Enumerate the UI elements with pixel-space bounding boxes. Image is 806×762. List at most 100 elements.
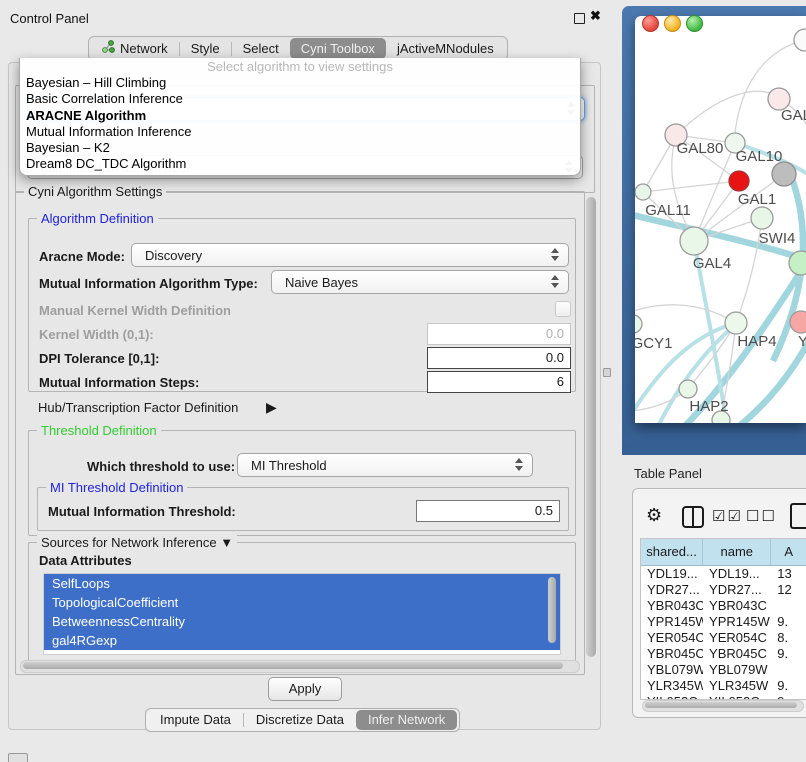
- table-row[interactable]: YBL079WYBL079W: [641, 662, 806, 678]
- select-all-icon[interactable]: ☑☑: [712, 507, 743, 525]
- tab-cyni-toolbox[interactable]: Cyni Toolbox: [290, 38, 386, 59]
- algorithm-popup-list: Bayesian – Hill ClimbingBasic Correlatio…: [20, 75, 580, 173]
- table-hscrollbar-thumb[interactable]: [645, 702, 797, 708]
- table-cell[interactable]: YBR043C: [641, 598, 703, 614]
- table-cell[interactable]: 9.: [771, 678, 806, 694]
- minimize-traffic-light[interactable]: [664, 15, 681, 32]
- table-cell[interactable]: YBL079W: [641, 662, 703, 678]
- table-cell[interactable]: YBL079W: [703, 662, 771, 678]
- network-node[interactable]: [790, 311, 806, 333]
- table-cell[interactable]: 13: [771, 566, 806, 582]
- table-row[interactable]: YPR145WYPR145W9.: [641, 614, 806, 630]
- table-cell[interactable]: YLR345W: [703, 678, 771, 694]
- tab-impute-data[interactable]: Impute Data: [148, 710, 243, 730]
- network-node[interactable]: [680, 227, 708, 255]
- table-cell[interactable]: YER054C: [641, 630, 703, 646]
- tab-select[interactable]: Select: [232, 38, 290, 59]
- apply-button[interactable]: Apply: [268, 677, 342, 701]
- table-cell[interactable]: 12: [771, 582, 806, 598]
- data-attribute-item[interactable]: SelfLoops: [44, 574, 560, 593]
- algorithm-option[interactable]: Mutual Information Inference: [20, 124, 580, 140]
- table-cell[interactable]: YDR27...: [641, 582, 703, 598]
- sources-group-title[interactable]: Sources for Network Inference ▼: [37, 535, 237, 550]
- table-cell[interactable]: [771, 662, 806, 678]
- mi-steps-field[interactable]: 6: [427, 371, 571, 393]
- aracne-mode-value: Discovery: [145, 248, 202, 263]
- table-row[interactable]: YER054CYER054C8.: [641, 630, 806, 646]
- network-node[interactable]: [729, 171, 749, 191]
- table-row[interactable]: YLR345WYLR345W9.: [641, 678, 806, 694]
- table-cell[interactable]: YPR145W: [703, 614, 771, 630]
- tab-infer-network[interactable]: Infer Network: [356, 710, 457, 730]
- close-traffic-light[interactable]: [642, 15, 659, 32]
- settings-vscrollbar-thumb[interactable]: [586, 197, 596, 657]
- table-cell[interactable]: [771, 598, 806, 614]
- float-window-icon[interactable]: [574, 13, 585, 24]
- network-view-canvas[interactable]: GAL8GAL80GAL10GAL1GAL11GAL4SWI4GCY1HAP4Y…: [635, 16, 806, 423]
- dpi-tolerance-field[interactable]: 0.0: [427, 347, 571, 369]
- deselect-all-icon[interactable]: ☐☐: [746, 507, 777, 525]
- mi-type-label: Mutual Information Algorithm Type:: [39, 276, 258, 291]
- network-node[interactable]: [789, 251, 806, 275]
- tab-network[interactable]: Network: [91, 38, 179, 59]
- aracne-mode-combo[interactable]: Discovery: [131, 243, 569, 267]
- close-icon[interactable]: ✖: [590, 8, 601, 24]
- table-cell[interactable]: YBR043C: [703, 598, 771, 614]
- gear-icon[interactable]: ⚙: [646, 505, 662, 526]
- table-cell[interactable]: YDL19...: [703, 566, 771, 582]
- zoom-traffic-light[interactable]: [686, 15, 703, 32]
- table-cell[interactable]: YBR045C: [641, 646, 703, 662]
- algorithm-option[interactable]: Dream8 DC_TDC Algorithm: [20, 156, 580, 172]
- minimized-panel-button[interactable]: [8, 753, 28, 762]
- table-column-header[interactable]: shared...: [641, 539, 703, 565]
- data-attribute-item[interactable]: BetweennessCentrality: [44, 612, 560, 631]
- table-column-header[interactable]: A: [771, 539, 806, 565]
- hub-definition-label[interactable]: Hub/Transcription Factor Definition: [38, 400, 238, 415]
- panel-splitter-handle[interactable]: [603, 368, 611, 377]
- table-cell[interactable]: YDL19...: [641, 566, 703, 582]
- table-row[interactable]: YDL19...YDL19...13: [641, 566, 806, 582]
- hub-expand-arrow-icon[interactable]: ▶: [266, 399, 277, 416]
- data-attribute-item[interactable]: gal4RGexp: [44, 631, 560, 650]
- tab-style[interactable]: Style: [180, 38, 231, 59]
- table-cell[interactable]: YDR27...: [703, 582, 771, 598]
- table-cell[interactable]: 9.: [771, 646, 806, 662]
- export-table-icon[interactable]: [790, 503, 806, 529]
- mi-type-combo[interactable]: Naive Bayes: [271, 270, 569, 294]
- algorithm-option[interactable]: Basic Correlation Inference: [20, 91, 580, 107]
- network-node[interactable]: [794, 29, 806, 51]
- which-threshold-combo[interactable]: MI Threshold: [237, 453, 533, 477]
- network-node[interactable]: [725, 312, 747, 334]
- table-cell[interactable]: YBR045C: [703, 646, 771, 662]
- attributes-scrollbar[interactable]: [548, 577, 556, 643]
- mi-threshold-field[interactable]: 0.5: [416, 500, 560, 522]
- table-row[interactable]: YBR045CYBR045C9.: [641, 646, 806, 662]
- tab-jactivemnodules[interactable]: jActiveMNodules: [386, 38, 505, 59]
- table-row[interactable]: YBR043CYBR043C: [641, 598, 806, 614]
- combo-arrows-icon: [515, 458, 523, 471]
- settings-hscrollbar-thumb[interactable]: [23, 662, 563, 669]
- kernel-width-label: Kernel Width (0,1):: [39, 327, 154, 342]
- data-attribute-item[interactable]: TopologicalCoefficient: [44, 593, 560, 612]
- network-node[interactable]: [635, 315, 642, 333]
- tab-discretize-data[interactable]: Discretize Data: [244, 710, 356, 730]
- settings-hscrollbar-track[interactable]: [20, 660, 580, 673]
- table-cell[interactable]: YER054C: [703, 630, 771, 646]
- network-node[interactable]: [772, 162, 796, 186]
- table-cell[interactable]: 9.: [771, 614, 806, 630]
- network-node[interactable]: [635, 184, 651, 200]
- table-row[interactable]: YDR27...YDR27...12: [641, 582, 806, 598]
- table-hscrollbar-track[interactable]: [642, 700, 804, 712]
- tab-label: Cyni Toolbox: [301, 38, 375, 59]
- algorithm-option[interactable]: Bayesian – Hill Climbing: [20, 75, 580, 91]
- network-node[interactable]: [751, 207, 773, 229]
- table-column-header[interactable]: name: [703, 539, 771, 565]
- network-node[interactable]: [679, 380, 697, 398]
- threshold-definition-title: Threshold Definition: [37, 423, 161, 438]
- show-columns-icon[interactable]: [682, 506, 704, 528]
- algorithm-option[interactable]: Bayesian – K2: [20, 140, 580, 156]
- table-cell[interactable]: YLR345W: [641, 678, 703, 694]
- algorithm-option[interactable]: ARACNE Algorithm: [20, 108, 580, 124]
- table-cell[interactable]: 8.: [771, 630, 806, 646]
- table-cell[interactable]: YPR145W: [641, 614, 703, 630]
